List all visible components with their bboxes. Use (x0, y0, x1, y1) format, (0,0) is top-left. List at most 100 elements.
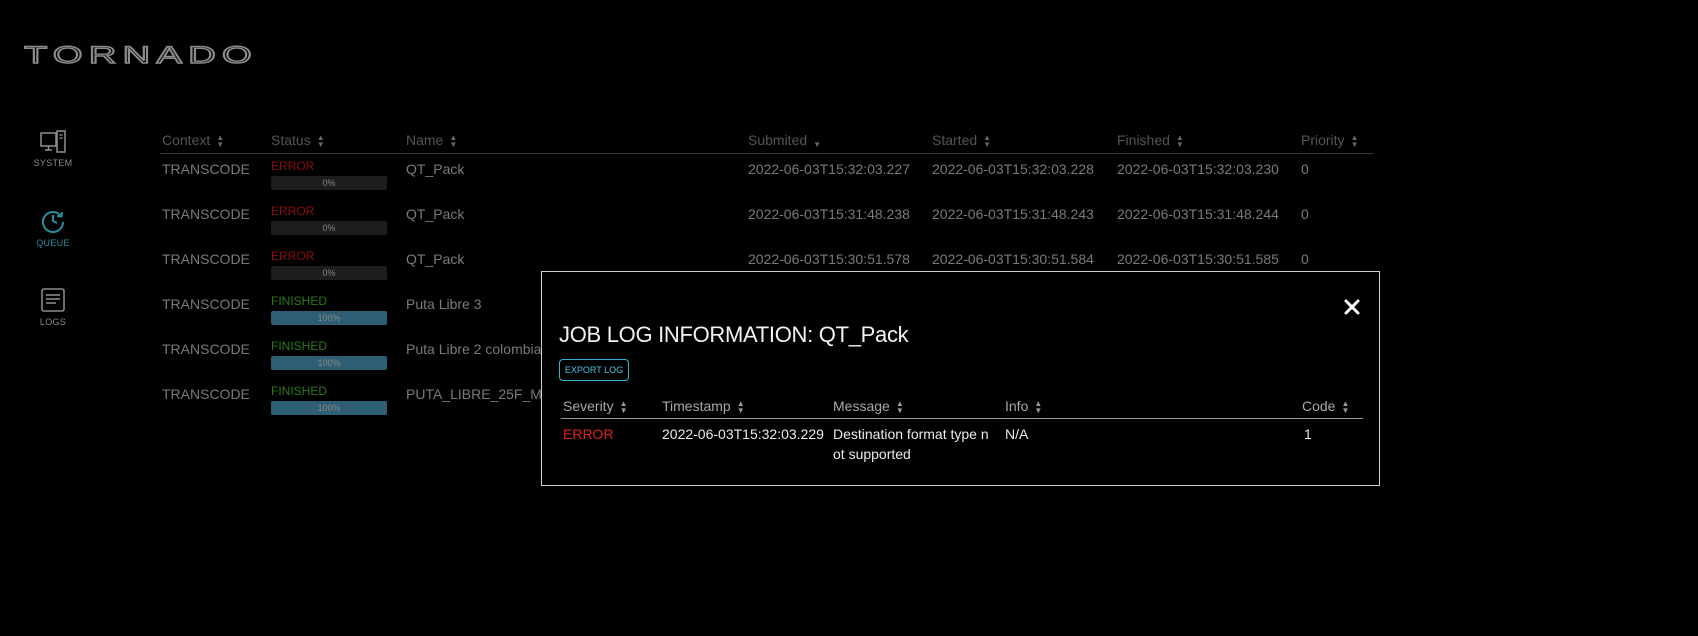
log-code: 1 (1304, 426, 1312, 442)
job-name: Puta Libre 2 colombia (406, 341, 542, 357)
progress-bar: 100% (271, 401, 387, 415)
sort-icon: ▲ ▼ (983, 133, 992, 150)
close-icon[interactable] (1343, 298, 1361, 316)
status-text: ERROR (271, 159, 315, 173)
system-icon (40, 130, 66, 153)
job-status: ERROR 0% (271, 159, 387, 190)
nav-label-queue: QUEUE (36, 238, 70, 248)
col-header-finished[interactable]: Finished ▲ ▼ (1117, 132, 1184, 150)
col-header-started[interactable]: Started ▲ ▼ (932, 132, 992, 150)
log-timestamp: 2022-06-03T15:32:03.229 (662, 426, 824, 442)
log-table-header: Severity ▲ ▼ Timestamp ▲ ▼ Message ▲ ▼ Info ▲ ▼ … (561, 396, 1363, 419)
nav-label-system: SYSTEM (33, 158, 73, 168)
job-started: 2022-06-03T15:30:51.584 (932, 251, 1094, 267)
nav-label-logs: LOGS (39, 317, 67, 327)
job-finished: 2022-06-03T15:31:48.244 (1117, 206, 1279, 222)
nav-item-system[interactable]: SYSTEM (28, 130, 78, 168)
log-severity: ERROR (563, 426, 614, 442)
job-started: 2022-06-03T15:32:03.228 (932, 161, 1094, 177)
sort-icon: ▲ ▼ (449, 133, 458, 150)
sort-icon: ▲ ▼ (895, 399, 904, 416)
log-col-timestamp[interactable]: Timestamp ▲ ▼ (662, 398, 745, 416)
sort-icon: ▲ ▼ (1034, 399, 1043, 416)
nav-item-queue[interactable]: QUEUE (28, 208, 78, 248)
log-col-severity[interactable]: Severity ▲ ▼ (563, 398, 628, 416)
progress-text: 100% (317, 313, 341, 323)
job-name: QT_Pack (406, 161, 465, 177)
job-submitted: 2022-06-03T15:30:51.578 (748, 251, 910, 267)
sort-icon: ▲ ▼ (1341, 399, 1350, 416)
progress-text: 0% (322, 223, 336, 233)
export-log-button[interactable]: EXPORT LOG (559, 359, 629, 381)
job-table-header: Context ▲ ▼ Status ▲ ▼ Name ▲ ▼ Submited ▼ Sta… (160, 130, 1374, 154)
log-info: N/A (1005, 426, 1029, 442)
sort-icon: ▲ ▼ (619, 399, 628, 416)
progress-bar: 0% (271, 266, 387, 280)
status-text: FINISHED (271, 294, 328, 308)
status-text: ERROR (271, 249, 315, 263)
table-row[interactable]: TRANSCODE ERROR 0% QT_Pack 2022-06-03T15… (160, 199, 1374, 244)
log-col-info[interactable]: Info ▲ ▼ (1005, 398, 1043, 416)
job-finished: 2022-06-03T15:30:51.585 (1117, 251, 1279, 267)
progress-text: 0% (322, 178, 336, 188)
status-text: FINISHED (271, 384, 328, 398)
progress-text: 100% (317, 358, 341, 368)
log-message-line: Destination format type n (833, 426, 989, 442)
modal-title: JOB LOG INFORMATION: QT_Pack (559, 322, 909, 347)
sort-icon: ▲ ▼ (1175, 133, 1184, 150)
sort-icon: ▲ ▼ (216, 133, 225, 150)
sort-desc-icon: ▼ (813, 140, 822, 150)
log-row[interactable]: ERROR 2022-06-03T15:32:03.229 Destinatio… (561, 419, 1363, 469)
job-context: TRANSCODE (162, 386, 250, 402)
job-priority: 0 (1301, 206, 1309, 222)
job-name: Puta Libre 3 (406, 296, 482, 312)
job-status: ERROR 0% (271, 249, 387, 280)
progress-text: 0% (322, 268, 336, 278)
job-finished: 2022-06-03T15:32:03.230 (1117, 161, 1279, 177)
job-context: TRANSCODE (162, 161, 250, 177)
col-header-priority[interactable]: Priority ▲ ▼ (1301, 132, 1359, 150)
progress-text: 100% (317, 403, 341, 413)
job-name: QT_Pack (406, 206, 465, 222)
job-context: TRANSCODE (162, 251, 250, 267)
job-context: TRANSCODE (162, 296, 250, 312)
job-name: QT_Pack (406, 251, 465, 267)
job-context: TRANSCODE (162, 206, 250, 222)
nav-item-logs[interactable]: LOGS (28, 287, 78, 327)
col-header-name[interactable]: Name ▲ ▼ (406, 132, 458, 150)
job-started: 2022-06-03T15:31:48.243 (932, 206, 1094, 222)
col-header-context[interactable]: Context ▲ ▼ (162, 132, 225, 150)
job-status: FINISHED 100% (271, 384, 387, 415)
col-header-submitted[interactable]: Submited ▼ (748, 132, 822, 150)
progress-bar: 0% (271, 176, 387, 190)
log-col-message[interactable]: Message ▲ ▼ (833, 398, 904, 416)
tornado-logo: TORNADO (24, 42, 258, 68)
log-message: Destination format type n ot supported (833, 424, 989, 464)
job-context: TRANSCODE (162, 341, 250, 357)
job-priority: 0 (1301, 251, 1309, 267)
job-name: PUTA_LIBRE_25F_MAS (406, 386, 561, 402)
logo-text: TORNADO (24, 42, 258, 68)
table-row[interactable]: TRANSCODE ERROR 0% QT_Pack 2022-06-03T15… (160, 154, 1374, 199)
job-status: FINISHED 100% (271, 339, 387, 370)
progress-bar: 100% (271, 311, 387, 325)
sort-icon: ▲ ▼ (1350, 133, 1359, 150)
job-status: FINISHED 100% (271, 294, 387, 325)
status-text: ERROR (271, 204, 315, 218)
col-header-status[interactable]: Status ▲ ▼ (271, 132, 325, 150)
progress-bar: 0% (271, 221, 387, 235)
job-priority: 0 (1301, 161, 1309, 177)
job-log-modal: JOB LOG INFORMATION: QT_Pack EXPORT LOG … (541, 271, 1380, 486)
job-submitted: 2022-06-03T15:32:03.227 (748, 161, 910, 177)
queue-icon (42, 211, 64, 233)
log-col-code[interactable]: Code ▲ ▼ (1302, 398, 1350, 416)
logs-icon (41, 288, 65, 312)
sort-icon: ▲ ▼ (316, 133, 325, 150)
job-submitted: 2022-06-03T15:31:48.238 (748, 206, 910, 222)
job-status: ERROR 0% (271, 204, 387, 235)
log-message-line: ot supported (833, 446, 911, 462)
sort-icon: ▲ ▼ (736, 399, 745, 416)
status-text: FINISHED (271, 339, 328, 353)
progress-bar: 100% (271, 356, 387, 370)
log-table: Severity ▲ ▼ Timestamp ▲ ▼ Message ▲ ▼ Info ▲ ▼ … (561, 396, 1363, 469)
